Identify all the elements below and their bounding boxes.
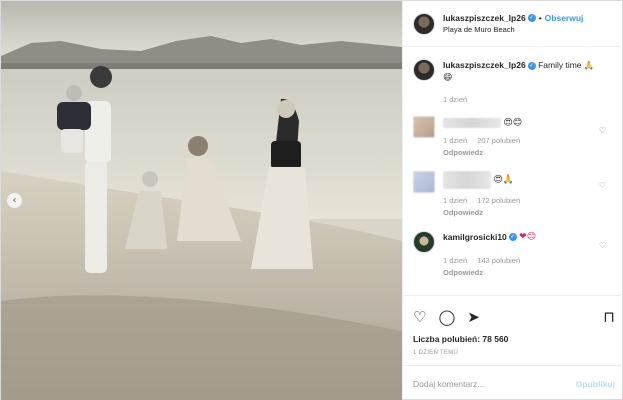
verified-badge-icon: ✓ [508,233,517,242]
like-heart-icon[interactable]: ♡ [413,308,426,326]
comment-likes[interactable]: 143 polubień [477,256,520,265]
author-username[interactable]: lukaszpiszczek_lp26 [443,13,526,23]
post-side-panel: lukaszpiszczek_lp26 ✓ • Obserwuj Playa de M… [402,1,623,400]
post-actions: ♡ ◯ ➤ ⊓ Liczba polubień: 78 560 1 DZIEŃ … [403,295,623,356]
previous-photo-button[interactable]: ‹ [7,193,22,208]
comment-emojis: ❤😊 [519,232,537,243]
blurred-username [443,170,491,189]
location-link[interactable]: Playa de Muro Beach [443,24,583,36]
blurred-username [443,117,501,128]
share-icon[interactable]: ➤ [467,308,480,326]
post-date[interactable]: 1 DZIEŃ TEMU [413,350,615,356]
comment-likes[interactable]: 207 polubień [477,136,520,145]
add-comment-bar: Opublikuj [403,365,623,400]
separator-dot: • [538,12,542,23]
blurred-avatar[interactable] [413,170,435,193]
caption-text: Family time 🙏 [538,60,595,70]
caption-emoji: 😄 [443,72,453,83]
comment-emojis: 😍🙏 [493,174,514,185]
comment-item: 😍🙏 1 dzień 172 polubień Odpowiedz ♡ [413,170,614,219]
comment-time[interactable]: 1 dzień [443,136,467,145]
comment-like-icon[interactable]: ♡ [599,126,606,135]
action-icons: ♡ ◯ ➤ ⊓ [413,308,615,326]
author-avatar[interactable] [413,59,435,81]
comment-emojis: 😍😊 [503,117,523,128]
reply-button[interactable]: Odpowiedz [443,147,614,159]
reply-button[interactable]: Odpowiedz [443,207,614,219]
comment-like-icon[interactable]: ♡ [599,241,606,250]
author-info: lukaszpiszczek_lp26 ✓ • Obserwuj Playa de M… [443,12,583,36]
caption-time[interactable]: 1 dzień [443,95,467,104]
publish-button[interactable]: Opublikuj [576,379,615,389]
caption-username[interactable]: lukaszpiszczek_lp26 [443,60,526,70]
post-header: lukaszpiszczek_lp26 ✓ • Obserwuj Playa de M… [403,1,623,47]
post-photo[interactable]: ‹ [1,1,402,400]
follow-button[interactable]: Obserwuj [545,13,584,23]
verified-badge-icon: ✓ [527,14,536,23]
author-avatar[interactable] [413,12,435,35]
comment-item: 😍😊 1 dzień 207 polubień Odpowiedz ♡ [413,115,614,159]
instagram-post-modal: ‹ lukaszpiszczek_lp26 ✓ • Obserwuj Playa de… [0,0,623,400]
comment-likes[interactable]: 172 polubień [477,196,520,205]
comment-item: kamilgrosicki10 ✓ ❤😊 1 dzień 143 polubień … [413,230,614,280]
reply-button[interactable]: Odpowiedz [443,267,614,279]
bookmark-icon[interactable]: ⊓ [603,308,615,326]
comment-time[interactable]: 1 dzień [443,196,467,205]
comment-username[interactable]: kamilgrosicki10 [443,232,507,242]
blurred-avatar[interactable] [413,115,435,138]
user-avatar[interactable] [413,230,435,253]
comment-input[interactable] [413,378,576,389]
comment-time[interactable]: 1 dzień [443,256,467,265]
likes-count[interactable]: Liczba polubień: 78 560 [413,334,615,344]
comment-bubble-icon[interactable]: ◯ [438,308,455,326]
verified-badge-icon: ✓ [527,61,536,70]
comments-list: lukaszpiszczek_lp26 ✓ Family time 🙏 😄 1 d… [403,47,623,294]
caption: lukaszpiszczek_lp26 ✓ Family time 🙏 😄 1 d… [413,59,614,106]
beach-family-photo [1,1,402,400]
chevron-left-icon: ‹ [12,195,17,206]
comment-like-icon[interactable]: ♡ [599,181,606,190]
